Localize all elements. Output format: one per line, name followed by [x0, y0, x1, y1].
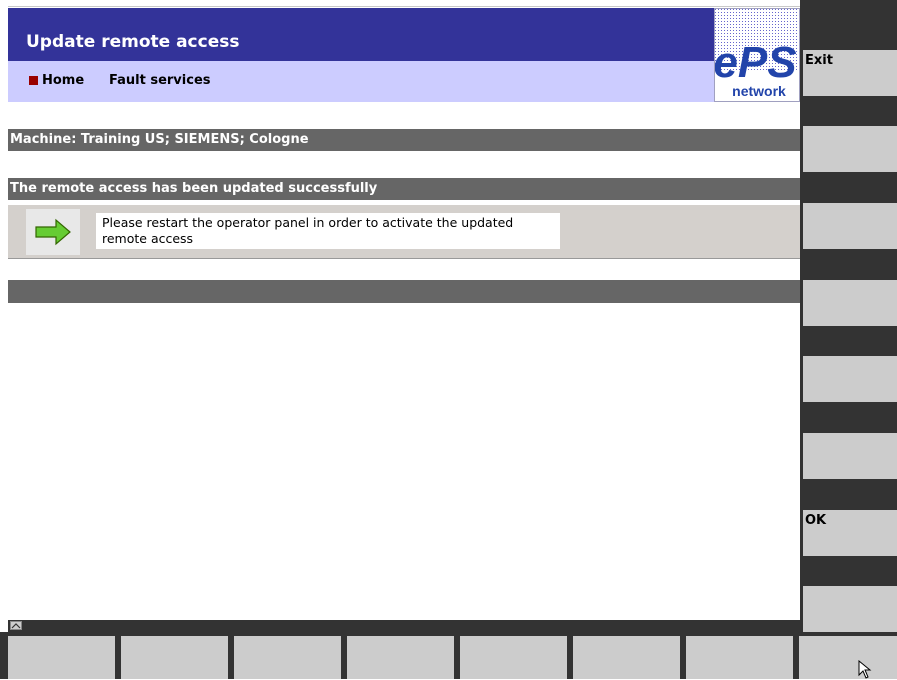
horizontal-softkey-3[interactable] — [234, 636, 341, 679]
instruction-text: Please restart the operator panel in ord… — [96, 213, 560, 249]
vertical-softkey-8[interactable] — [803, 586, 897, 632]
exit-softkey-label: Exit — [805, 53, 833, 68]
nav-fault-services-link[interactable]: Fault services — [109, 73, 211, 88]
machine-info-bar: Machine: Training US; SIEMENS; Cologne — [8, 129, 800, 151]
horizontal-softkey-4[interactable] — [347, 636, 454, 679]
horizontal-softkey-8[interactable] — [799, 636, 897, 679]
vertical-softkey-bar: Exit OK — [800, 0, 897, 632]
main-panel: Update remote access Home Fault services… — [8, 8, 800, 620]
ok-softkey[interactable]: OK — [803, 510, 897, 556]
ok-softkey-label: OK — [805, 513, 827, 528]
vertical-softkey-6[interactable] — [803, 433, 897, 479]
vertical-softkey-4[interactable] — [803, 280, 897, 326]
scroll-strip — [8, 620, 800, 632]
breadcrumb: Home Fault services — [8, 61, 800, 102]
vertical-softkey-5[interactable] — [803, 356, 897, 402]
empty-band — [8, 280, 800, 303]
nav-home-link[interactable]: Home — [42, 73, 84, 88]
nav-bullet-icon — [29, 76, 38, 85]
horizontal-softkey-5[interactable] — [460, 636, 567, 679]
scroll-up-icon — [11, 623, 21, 629]
logo-main-text: ePS — [715, 38, 797, 87]
horizontal-softkey-bar — [0, 632, 897, 679]
horizontal-softkey-2[interactable] — [121, 636, 228, 679]
eps-network-logo: ePS network — [713, 8, 800, 102]
arrow-right-icon — [35, 218, 71, 246]
horizontal-softkey-1[interactable] — [8, 636, 115, 679]
horizontal-softkey-7[interactable] — [686, 636, 793, 679]
message-icon-cell — [26, 209, 80, 255]
message-area: Please restart the operator panel in ord… — [8, 205, 800, 259]
scroll-up-button[interactable] — [10, 621, 22, 630]
vertical-softkey-3[interactable] — [803, 203, 897, 249]
vertical-softkey-2[interactable] — [803, 126, 897, 172]
exit-softkey[interactable]: Exit — [803, 50, 897, 96]
status-message-bar: The remote access has been updated succe… — [8, 178, 800, 200]
horizontal-softkey-6[interactable] — [573, 636, 680, 679]
mouse-cursor-icon — [858, 660, 872, 679]
logo-sub-text: network — [732, 83, 786, 99]
page-title: Update remote access — [26, 32, 240, 52]
top-edge — [8, 0, 808, 7]
title-bar: Update remote access — [8, 8, 800, 61]
